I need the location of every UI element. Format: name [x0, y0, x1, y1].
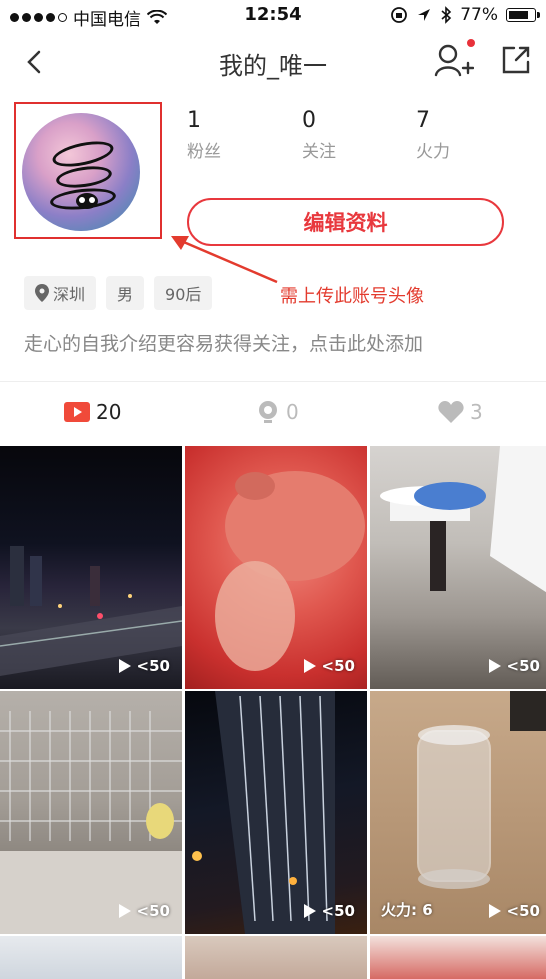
play-count: <50: [118, 902, 170, 920]
location-tag: 深圳: [24, 276, 97, 310]
location-icon: [418, 9, 431, 21]
battery-icon: [506, 8, 540, 22]
notification-dot: [467, 39, 475, 47]
tab-live[interactable]: 0: [256, 400, 299, 424]
orientation-lock-icon: [391, 7, 408, 23]
heat-stat[interactable]: 7 火力: [416, 108, 450, 162]
following-count: 0: [302, 108, 316, 133]
following-stat[interactable]: 0 关注: [302, 108, 336, 162]
play-count: <50: [303, 657, 355, 675]
add-friend-icon[interactable]: [434, 44, 474, 78]
hedgehog-image: [215, 471, 365, 671]
followers-count: 1: [187, 108, 201, 133]
video-icon: [64, 402, 90, 422]
live-count: 0: [286, 400, 299, 424]
play-icon: [118, 659, 131, 673]
annotation-text: 需上传此账号头像: [280, 286, 424, 307]
battery-percent: 77%: [460, 5, 498, 25]
play-icon: [303, 659, 316, 673]
share-icon[interactable]: [500, 44, 532, 76]
followers-label: 粉丝: [187, 142, 221, 162]
likes-count: 3: [470, 400, 483, 424]
camera-icon: [259, 401, 277, 423]
play-icon: [118, 904, 131, 918]
cage-image: [0, 711, 182, 934]
video-thumbnail[interactable]: <50: [185, 446, 367, 689]
age-tag: 90后: [154, 276, 213, 310]
video-thumbnail[interactable]: <50: [185, 691, 367, 934]
play-count: <50: [118, 657, 170, 675]
video-thumbnail[interactable]: [0, 936, 182, 979]
play-count: <50: [303, 902, 355, 920]
video-thumbnail[interactable]: <50: [0, 691, 182, 934]
status-bar: 中国电信 12:54 77%: [0, 0, 546, 32]
tower-image: [192, 691, 335, 934]
gender-tag: 男: [106, 276, 145, 310]
followers-stat[interactable]: 1 粉丝: [187, 108, 221, 162]
night-city-image: [0, 546, 182, 676]
kitchen-image: [380, 446, 546, 593]
location-label: 深圳: [53, 285, 86, 304]
navigation-bar: 我的_唯一: [0, 32, 546, 92]
age-label: 90后: [165, 285, 202, 304]
video-thumbnail[interactable]: 火力: 6 <50: [370, 691, 546, 934]
content-tabs: 20 0 3: [0, 382, 546, 446]
plastic-cup-image: [417, 691, 546, 889]
heat-badge: 火力: 6: [381, 901, 433, 919]
play-icon: [488, 904, 501, 918]
bluetooth-icon: [441, 6, 452, 24]
tab-videos[interactable]: 20: [64, 400, 121, 424]
tab-likes[interactable]: 3: [438, 400, 483, 424]
heat-label: 火力: [416, 142, 450, 162]
avatar[interactable]: [22, 113, 140, 231]
video-thumbnail[interactable]: <50: [370, 446, 546, 689]
play-count: <50: [488, 902, 540, 920]
following-label: 关注: [302, 142, 336, 162]
heat-count: 7: [416, 108, 430, 133]
bio-placeholder[interactable]: 走心的自我介绍更容易获得关注，点击此处添加: [24, 329, 423, 356]
video-thumbnail[interactable]: <50: [0, 446, 182, 689]
gender-label: 男: [117, 285, 134, 304]
videos-count: 20: [96, 400, 122, 424]
video-thumbnail[interactable]: [185, 936, 367, 979]
play-count: <50: [488, 657, 540, 675]
map-pin-icon: [35, 284, 49, 302]
video-thumbnail[interactable]: [370, 936, 546, 979]
heart-icon: [438, 401, 464, 423]
profile-tags: 深圳 男 90后: [24, 276, 213, 310]
play-icon: [303, 904, 316, 918]
play-icon: [488, 659, 501, 673]
